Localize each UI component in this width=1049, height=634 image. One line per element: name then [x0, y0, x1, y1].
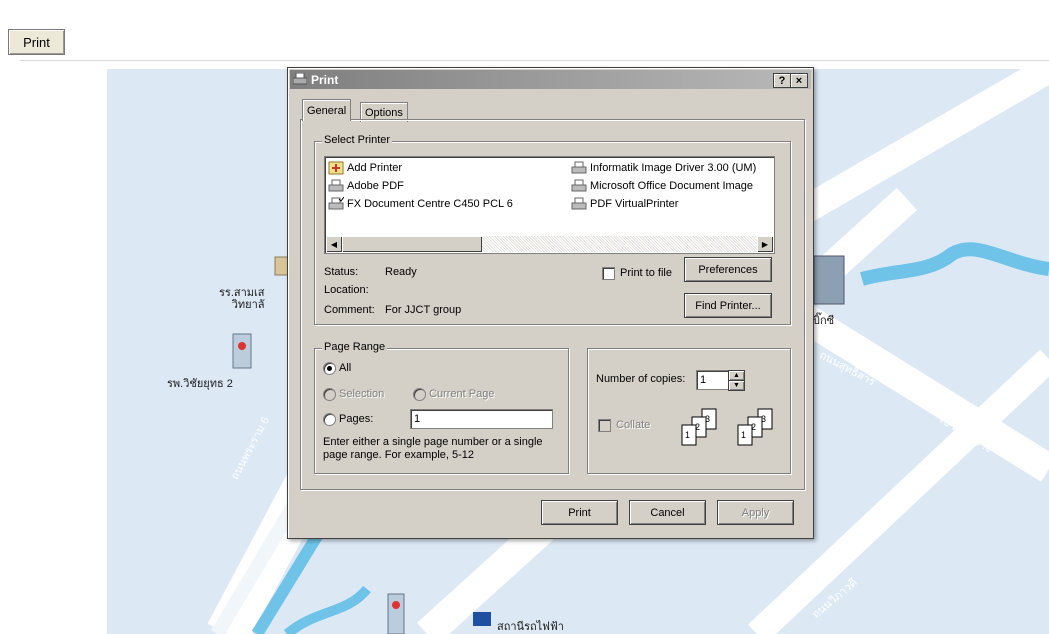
comment-value: For JJCT group [385, 304, 462, 316]
range-all-label: All [339, 362, 352, 374]
copies-label: Number of copies: [596, 373, 686, 385]
copies-group: Number of copies: 1 ▲ ▼ Collate 3 2 1 3 … [587, 348, 791, 474]
print-button[interactable]: Print [541, 500, 618, 525]
printer-icon [571, 179, 587, 192]
range-selection-label: Selection [339, 388, 385, 400]
dialog-title: Print [311, 72, 339, 87]
collate-pages-icon: 3 2 1 3 2 1 [681, 408, 773, 446]
printer-list-scrollbar[interactable]: ◀ ▶ [326, 236, 773, 252]
list-item[interactable]: Informatik Image Driver 3.00 (UM) [571, 160, 756, 176]
location-label: Location: [324, 284, 369, 296]
scroll-thumb[interactable] [342, 236, 482, 252]
collate-label: Collate [616, 419, 651, 431]
dialog-titlebar[interactable]: Print ? × [290, 70, 811, 89]
tab-general[interactable]: General [302, 99, 352, 121]
range-selection-radio[interactable] [323, 388, 336, 401]
range-all-radio[interactable] [323, 362, 336, 375]
list-item[interactable]: FX Document Centre C450 PCL 6 [328, 196, 513, 212]
list-item[interactable]: Adobe PDF [328, 178, 404, 194]
svg-text:1: 1 [741, 430, 746, 440]
print-to-file-label: Print to file [620, 267, 672, 279]
select-printer-title: Select Printer [322, 134, 393, 146]
find-printer-button[interactable]: Find Printer... [684, 293, 772, 318]
collate-checkbox[interactable] [598, 419, 611, 432]
map-label-hospital: รพ.วิชัยยุทธ 2 [167, 378, 233, 390]
printer-list[interactable]: Add Printer Adobe PDF FX Document Centre… [324, 156, 775, 254]
page-range-title: Page Range [322, 341, 388, 353]
help-button[interactable]: ? [773, 73, 791, 88]
preferences-button[interactable]: Preferences [684, 257, 772, 282]
apply-button[interactable]: Apply [717, 500, 794, 525]
printer-icon [293, 73, 307, 85]
list-item[interactable]: PDF VirtualPrinter [571, 196, 678, 212]
copies-down-icon[interactable]: ▼ [728, 380, 745, 391]
range-hint: Enter either a single page number or a s… [323, 436, 543, 461]
scroll-right-icon[interactable]: ▶ [757, 236, 773, 252]
map-label-building: บิ๊กซี [813, 315, 835, 327]
page-range-group: Page Range All Selection Current Page Pa… [314, 341, 569, 474]
comment-label: Comment: [324, 304, 375, 316]
status-label: Status: [324, 266, 359, 278]
default-printer-icon [328, 197, 344, 210]
printer-icon [571, 197, 587, 210]
close-button[interactable]: × [790, 73, 808, 88]
range-pages-label: Pages: [339, 413, 374, 425]
range-pages-radio[interactable] [323, 413, 336, 426]
select-printer-group: Select Printer Add Printer Adobe PDF FX … [314, 134, 791, 325]
add-printer-icon [328, 161, 344, 175]
map-label-station: สถานีรถไฟฟ้า [497, 621, 564, 633]
printer-icon [328, 179, 344, 192]
copies-input[interactable]: 1 [696, 370, 729, 390]
divider [20, 60, 1049, 61]
range-current-label: Current Page [429, 388, 495, 400]
status-value: Ready [385, 266, 417, 278]
svg-text:1: 1 [685, 430, 690, 440]
print-dialog: Print ? × General Options Select Printer… [287, 67, 814, 539]
tab-panel-general: Select Printer Add Printer Adobe PDF FX … [300, 119, 805, 490]
cancel-button[interactable]: Cancel [629, 500, 706, 525]
pages-input[interactable]: 1 [410, 409, 553, 429]
list-item[interactable]: Microsoft Office Document Image [571, 178, 753, 194]
scroll-left-icon[interactable]: ◀ [326, 236, 342, 252]
page-print-button[interactable]: Print [8, 29, 65, 55]
range-current-radio[interactable] [413, 388, 426, 401]
print-to-file-checkbox[interactable] [602, 267, 615, 280]
printer-icon [571, 161, 587, 174]
list-item[interactable]: Add Printer [328, 160, 402, 176]
map-label-school: รร.สามเส วิทยาลั [219, 287, 265, 311]
